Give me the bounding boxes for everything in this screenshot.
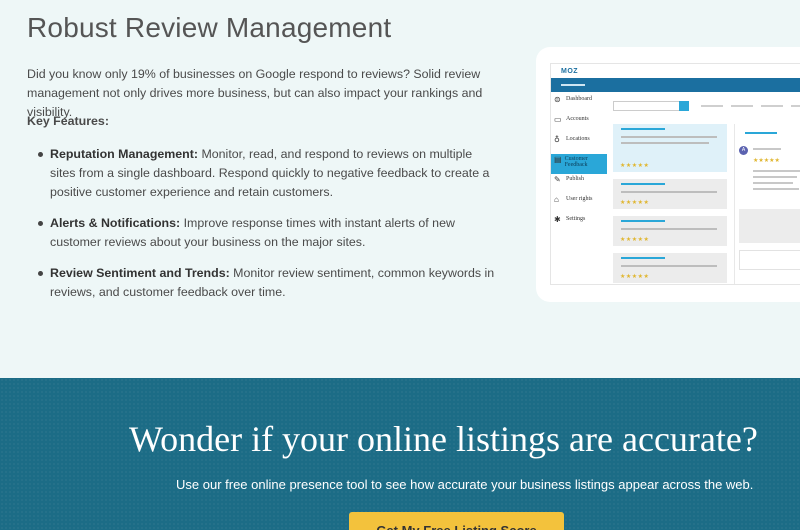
feature-item: Alerts & Notifications: Improve response… [38,214,500,252]
lock-icon: ⌂ [554,195,559,204]
feature-title: Reputation Management: [50,147,199,161]
mock-filter-tabs [701,105,800,107]
mock-sidebar-label: User rights [566,196,593,202]
feature-title: Review Sentiment and Trends: [50,266,230,280]
mock-sidebar-item-user-rights: ⌂ User rights [551,194,607,214]
star-rating: ★★★★★ [620,274,650,280]
feature-item: Reputation Management: Monitor, read, an… [38,145,500,202]
mock-reply-input [739,250,800,270]
mock-sidebar-item-accounts: ▭ Accounts [551,114,607,134]
mock-header: MOZ [551,64,800,78]
mock-sidebar-item-dashboard: ⊜ Dashboard [551,94,607,114]
feature-title: Alerts & Notifications: [50,216,181,230]
mock-sidebar-label: Customer Feedback [564,156,588,168]
star-rating: ★★★★★ [753,158,780,164]
mock-reply-box [739,209,800,243]
feedback-icon: ▤ [554,155,562,164]
get-listing-score-button[interactable]: Get My Free Listing Score [349,512,564,530]
mock-sidebar-item-publish: ✎ Publish [551,174,607,194]
moz-logo: MOZ [561,67,579,75]
mock-sidebar-label: Settings [566,216,586,222]
product-screenshot: MOZ ⊜ Dashboard ▭ Accounts ♁ Locations ▤ Cus… [550,63,800,285]
mock-review-card: ★★★★★ [613,179,727,209]
star-rating: ★★★★★ [620,237,650,243]
mock-review-card: ★★★★★ [613,216,727,246]
mock-sidebar-label: Publish [566,176,585,182]
star-rating: ★★★★★ [620,200,650,206]
mock-review-list: ★★★★★ ★★★★★ ★★★★★ ★★★★★ [613,124,727,284]
mock-search-bar [613,101,689,111]
avatar: A [739,146,748,155]
cta-subtitle: Use our free online presence tool to see… [176,477,754,492]
dashboard-icon: ⊜ [554,95,561,104]
cta-title: Wonder if your online listings are accur… [129,419,758,459]
feature-list: Reputation Management: Monitor, read, an… [38,145,500,314]
star-rating: ★★★★★ [620,163,650,169]
mock-review-card: ★★★★★ [613,124,727,172]
mock-sidebar-item-customer-feedback: ▤ Customer Feedback [551,154,607,174]
folder-icon: ▭ [554,115,562,124]
mock-sidebar-item-settings: ✱ Settings [551,214,607,234]
mock-sidebar-label: Dashboard [566,96,592,102]
mock-sidebar-label: Accounts [566,116,589,122]
mock-review-detail: A ★★★★★ [734,124,800,284]
mock-sidebar-item-locations: ♁ Locations [551,134,607,154]
mock-nav-bar [551,78,800,92]
key-features-label: Key Features: [27,114,109,128]
publish-icon: ✎ [554,175,561,184]
mock-sidebar: ⊜ Dashboard ▭ Accounts ♁ Locations ▤ Custome… [551,94,607,284]
feature-item: Review Sentiment and Trends: Monitor rev… [38,264,500,302]
gear-icon: ✱ [554,215,561,224]
mock-review-card: ★★★★★ [613,253,727,283]
location-pin-icon: ♁ [554,135,560,144]
mock-sidebar-label: Locations [566,136,590,142]
section-heading: Robust Review Management [27,12,392,43]
